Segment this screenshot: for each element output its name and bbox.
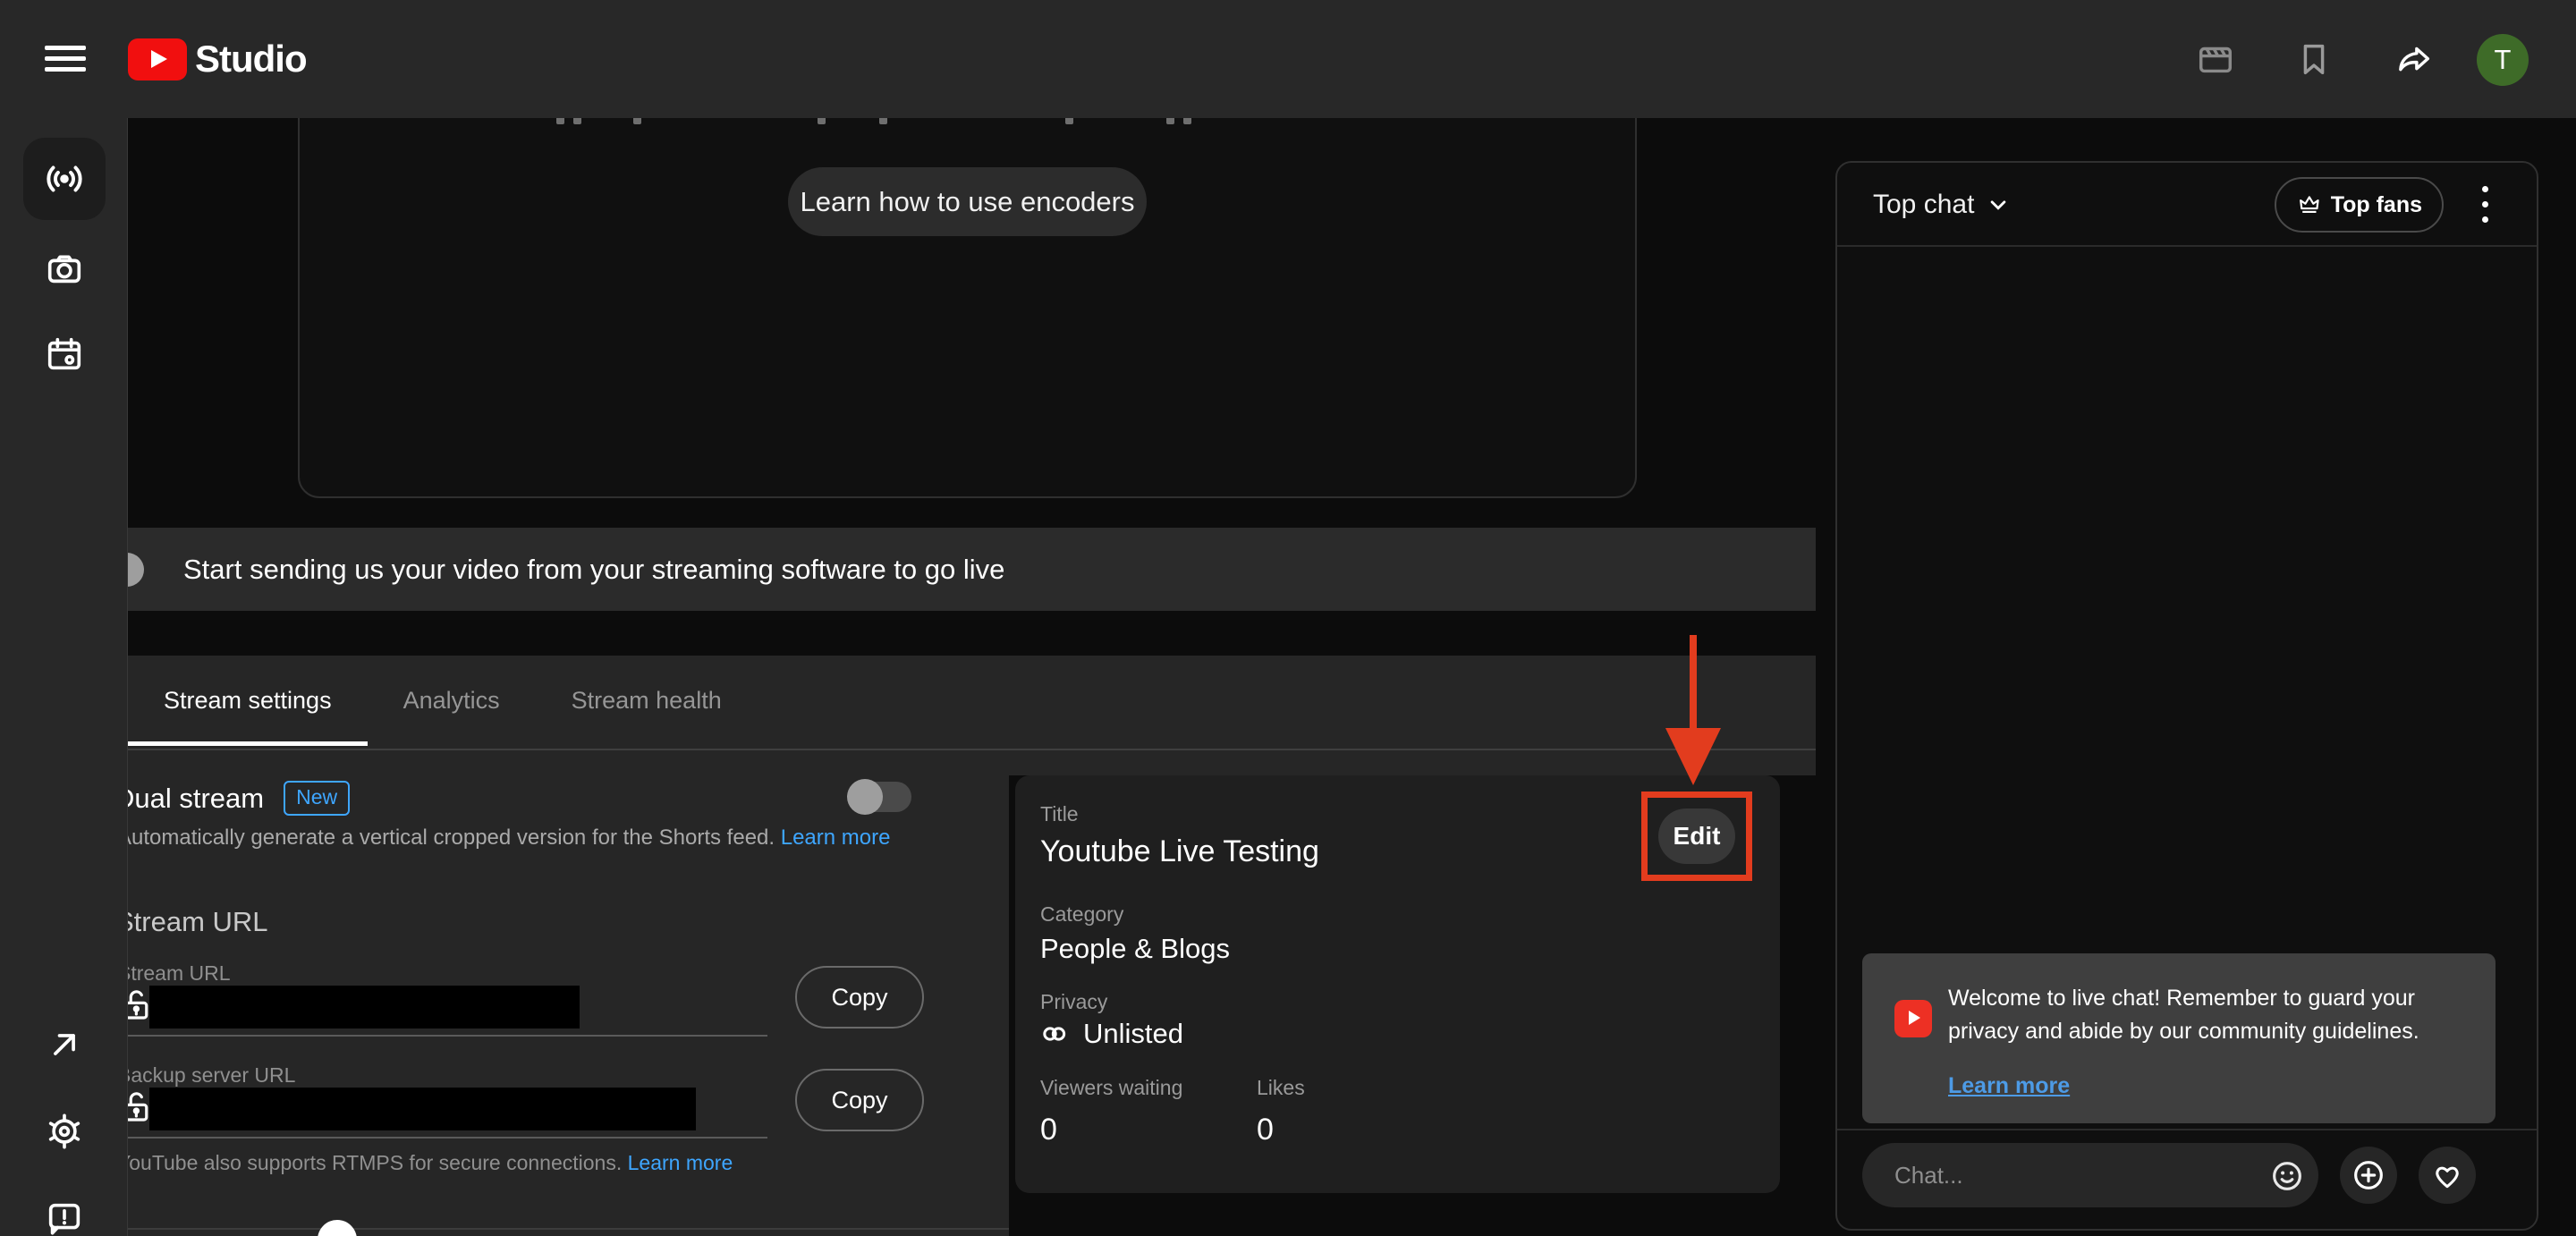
likes-value: 0 — [1257, 1113, 1305, 1147]
stream-info-card: Title Youtube Live Testing Edit Category… — [1015, 775, 1780, 1193]
backup-url-field-label: Backup server URL — [128, 1063, 295, 1088]
privacy-label: Privacy — [1040, 990, 1107, 1014]
redacted-stream-url — [149, 986, 580, 1029]
chat-welcome-message: Welcome to live chat! Remember to guard … — [1862, 953, 2496, 1123]
likes-label: Likes — [1257, 1076, 1305, 1100]
rtmps-learn-more-link[interactable]: Learn more — [628, 1151, 733, 1174]
stream-settings-panel: Dual stream New Automatically generate a… — [128, 775, 1009, 1236]
tab-stream-settings[interactable]: Stream settings — [128, 656, 368, 745]
category-label: Category — [1040, 902, 1123, 927]
top-app-bar: Studio T — [0, 0, 2576, 118]
sidebar-item-feedback[interactable] — [23, 1178, 106, 1236]
chat-mode-selector[interactable]: Top chat — [1873, 163, 2012, 247]
top-fans-button[interactable]: Top fans — [2275, 177, 2444, 233]
tab-stream-health[interactable]: Stream health — [536, 656, 758, 745]
learn-encoders-button[interactable]: Learn how to use encoders — [788, 167, 1147, 236]
left-sidebar — [0, 118, 128, 1236]
viewers-waiting-value: 0 — [1040, 1113, 1216, 1147]
sidebar-item-stream[interactable] — [23, 138, 106, 220]
annotation-arrow-head — [1665, 728, 1721, 785]
calendar-icon — [44, 334, 85, 375]
encoder-preview-panel — [298, 88, 1637, 498]
welcome-text: Welcome to live chat! Remember to guard … — [1948, 982, 2462, 1048]
annotation-highlight-box: Edit — [1641, 792, 1752, 881]
clipped-spinner-icon — [318, 1220, 357, 1236]
chat-like-button[interactable] — [2419, 1147, 2476, 1204]
youtube-logo-icon — [1894, 1000, 1932, 1037]
stream-url-field-label: Stream URL — [128, 961, 231, 986]
emoji-icon[interactable] — [2268, 1157, 2306, 1195]
tab-bar: Stream settings Analytics Stream health — [128, 656, 1816, 775]
status-text: Start sending us your video from your st… — [183, 528, 1004, 611]
chat-header: Top chat Top fans — [1837, 163, 2537, 247]
stream-title-value: Youtube Live Testing — [1040, 834, 1319, 869]
menu-icon[interactable] — [45, 46, 86, 72]
account-avatar[interactable]: T — [2477, 34, 2529, 86]
tab-analytics[interactable]: Analytics — [368, 656, 536, 745]
bookmark-icon[interactable] — [2293, 38, 2334, 80]
viewers-waiting-label: Viewers waiting — [1040, 1076, 1216, 1100]
live-broadcast-icon — [42, 157, 87, 201]
top-fans-label: Top fans — [2331, 192, 2422, 218]
crown-icon — [2296, 191, 2323, 218]
copy-backup-url-button[interactable]: Copy — [795, 1069, 924, 1131]
stream-status-bar: Start sending us your video from your st… — [128, 528, 1816, 611]
status-spinner-icon — [128, 553, 144, 587]
section-divider — [128, 1228, 1009, 1230]
youtube-studio-live-dashboard: Learn how to use encoders Start sending … — [0, 0, 2576, 1236]
new-badge: New — [284, 781, 350, 816]
chat-input-divider — [1837, 1129, 2537, 1130]
stream-url-section-title: Stream URL — [128, 906, 268, 938]
sidebar-item-channel-link[interactable] — [23, 1003, 106, 1086]
tab-divider — [128, 749, 1816, 750]
chevron-down-icon — [1985, 191, 2012, 218]
dual-stream-description: Automatically generate a vertical croppe… — [128, 825, 775, 850]
chat-menu-button[interactable] — [2467, 182, 2503, 227]
gear-icon — [44, 1111, 85, 1152]
studio-logo-text: Studio — [195, 38, 307, 80]
edit-button[interactable]: Edit — [1658, 808, 1735, 864]
sidebar-item-webcam[interactable] — [23, 227, 106, 309]
unlisted-link-icon — [1038, 1017, 1072, 1051]
external-link-arrow-icon — [45, 1025, 84, 1064]
create-clip-icon[interactable] — [2195, 38, 2236, 80]
feedback-icon — [44, 1198, 85, 1236]
sidebar-item-manage[interactable] — [23, 313, 106, 395]
field-underline — [128, 1137, 767, 1139]
chat-add-button[interactable] — [2340, 1147, 2397, 1204]
chat-input[interactable] — [1862, 1143, 2318, 1207]
heart-icon — [2429, 1157, 2465, 1193]
chat-mode-label: Top chat — [1873, 190, 1974, 220]
share-icon[interactable] — [2394, 38, 2435, 80]
dual-stream-toggle[interactable] — [847, 779, 913, 815]
studio-logo[interactable]: Studio — [128, 38, 307, 80]
field-underline — [128, 1035, 767, 1037]
welcome-learn-more-link[interactable]: Learn more — [1948, 1073, 2070, 1099]
plus-circle-icon — [2350, 1156, 2387, 1194]
annotation-arrow-shaft — [1690, 635, 1697, 730]
copy-stream-url-button[interactable]: Copy — [795, 966, 924, 1029]
live-chat-panel: Top chat Top fans Welcome to live chat! … — [1835, 161, 2538, 1231]
sidebar-item-settings[interactable] — [23, 1090, 106, 1173]
category-value: People & Blogs — [1040, 933, 1230, 965]
dual-stream-label: Dual stream — [128, 783, 264, 815]
toggle-knob — [847, 779, 883, 815]
youtube-logo-icon — [128, 38, 187, 80]
redacted-backup-url — [149, 1088, 696, 1130]
title-label: Title — [1040, 802, 1079, 826]
privacy-value: Unlisted — [1083, 1018, 1183, 1050]
camera-icon — [44, 248, 85, 289]
dual-stream-learn-more-link[interactable]: Learn more — [781, 825, 891, 850]
rtmps-note: YouTube also supports RTMPS for secure c… — [128, 1151, 622, 1174]
